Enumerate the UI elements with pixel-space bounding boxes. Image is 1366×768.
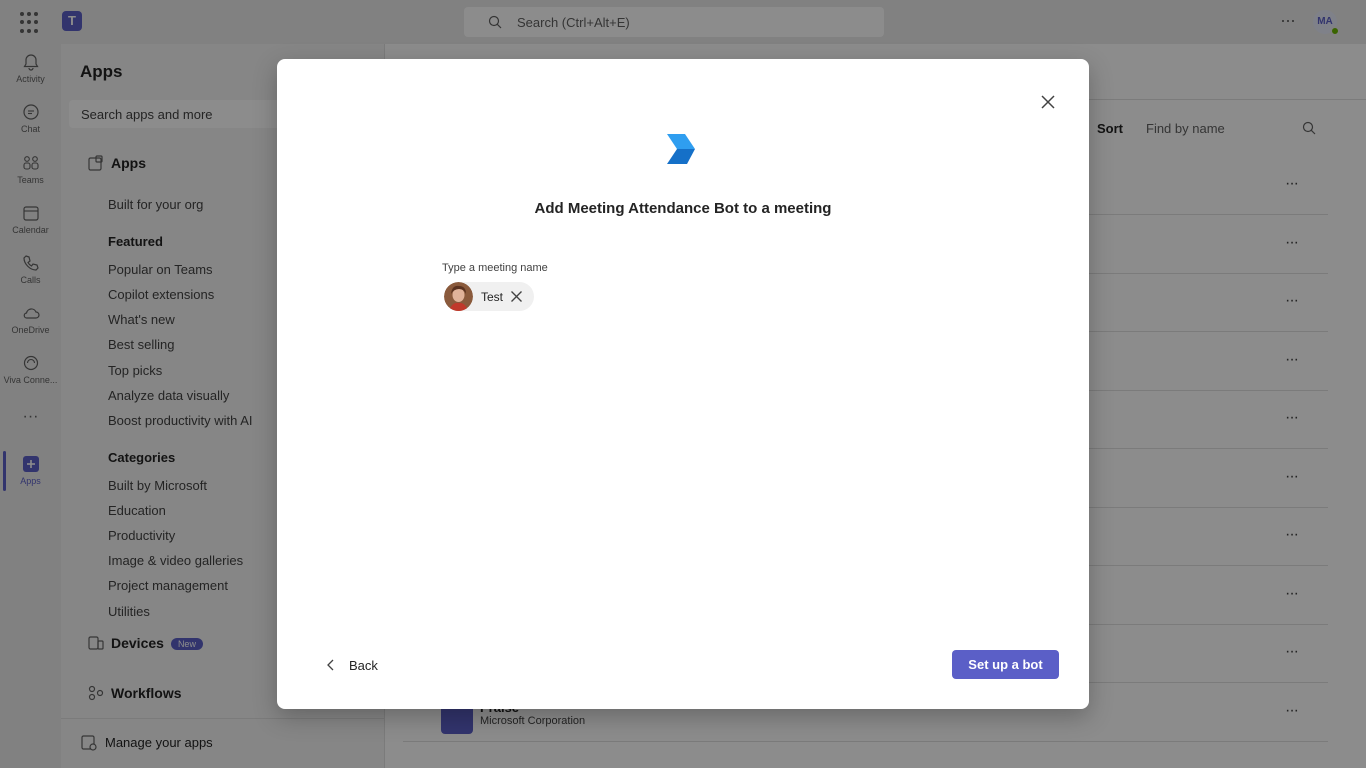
close-icon[interactable] [1037,91,1059,113]
remove-chip-icon[interactable] [510,290,523,303]
back-label: Back [349,658,378,673]
meeting-avatar [444,282,473,311]
add-bot-dialog: Add Meeting Attendance Bot to a meeting … [277,59,1089,709]
meeting-chip[interactable]: Test [444,282,534,311]
dialog-title: Add Meeting Attendance Bot to a meeting [534,200,832,217]
meeting-chip-text: Test [481,290,504,304]
chevron-left-icon [327,659,334,671]
set-up-bot-button[interactable]: Set up a bot [952,650,1059,679]
attendance-bot-logo-icon [667,134,695,164]
meeting-name-label: Type a meeting name [442,262,548,274]
